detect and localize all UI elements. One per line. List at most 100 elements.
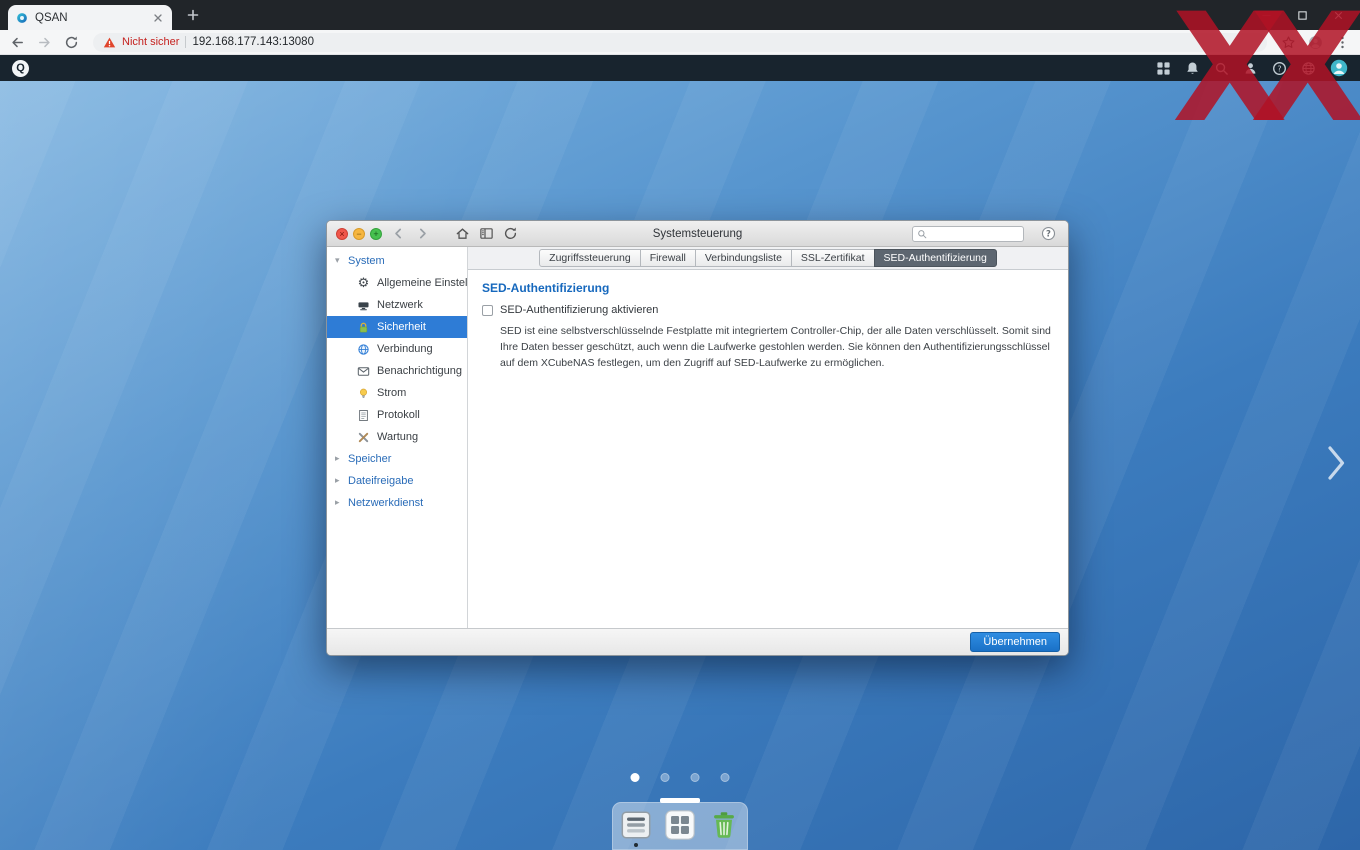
dock-recycle-bin-icon[interactable] [707,808,741,848]
address-divider [185,36,187,48]
new-tab-button[interactable] [186,8,200,22]
sidebar-section-label: System [348,255,385,267]
window-statusbar: Übernehmen [327,628,1068,655]
chevron-down-icon: ▾ [335,256,340,266]
browser-toolbar: Nicht sicher 192.168.177.143:13080 [0,30,1360,55]
sidebar-item-strom[interactable]: Strom [327,382,467,404]
search-icon[interactable] [1214,61,1229,76]
window-sidebar: ▾ System ⚙ Allgemeine Einstellun... Netzwerk… [327,247,468,628]
sidebar-item-protokoll[interactable]: Protokoll [327,404,467,426]
sidebar-item-label: Benachrichtigung [377,365,463,377]
sed-description: SED ist eine selbstverschlüsselnde Festp… [500,325,1051,369]
sed-enable-row: SED-Authentifizierung aktivieren [482,304,1054,316]
user-icon[interactable] [1243,61,1258,76]
back-icon[interactable] [10,35,25,50]
pager-dot-1[interactable] [630,773,640,782]
next-page-chevron-icon[interactable] [1326,445,1346,481]
log-icon [357,409,370,422]
qsan-favicon-icon [16,12,28,24]
sidebar-item-label: Wartung [377,431,419,443]
dock-app-center-icon[interactable] [663,808,697,848]
tab-ssl-zertifikat[interactable]: SSL-Zertifikat [790,249,875,267]
sidebar-item-wartung[interactable]: Wartung [327,426,467,448]
dock [612,798,748,850]
sidebar-item-label: Strom [377,387,407,399]
qsan-logo[interactable]: Q [12,59,29,77]
help-icon[interactable]: ? [1272,61,1287,76]
star-icon[interactable] [1281,35,1296,50]
not-secure-warning-icon[interactable] [103,36,116,49]
sidebar-section-system[interactable]: ▾ System [327,250,467,272]
sidebar-item-sicherheit[interactable]: Sicherheit [327,316,467,338]
address-bar[interactable]: Nicht sicher 192.168.177.143:13080 [93,32,1267,52]
desktop-pager-dots [630,773,730,782]
window-search[interactable] [912,226,1024,242]
maximize-button[interactable] [1284,0,1320,30]
help-button[interactable]: ? [1041,226,1056,241]
qsan-logo-letter: Q [16,62,25,74]
sidebar-item-verbindung[interactable]: Verbindung [327,338,467,360]
systemsteuerung-window: × − + Systemsteuerung ? ▾ System ⚙ Allgemeine… [326,220,1069,656]
pager-dot-3[interactable] [690,773,700,782]
window-traffic-lights: × − + [336,227,382,240]
apply-button[interactable]: Übernehmen [970,632,1060,652]
tab-zugriffssteuerung[interactable]: Zugriffssteuerung [539,249,641,267]
sidebar-item-allgemeine-einstellun[interactable]: ⚙ Allgemeine Einstellun... [327,272,467,294]
sidebar-section-label: Speicher [348,453,392,465]
url-text: 192.168.177.143:13080 [192,36,314,48]
menu-icon[interactable] [1335,35,1350,50]
profile-icon[interactable] [1308,35,1323,50]
sidebar-section-dateifreigabe[interactable]: ▸ Dateifreigabe [327,470,467,492]
dock-handle[interactable] [660,798,700,803]
dock-control-panel-icon[interactable] [619,808,653,848]
minimize-button[interactable] [1248,0,1284,30]
settings-tabs: Zugriffssteuerung Firewall Verbindungslist… [539,249,997,267]
search-icon [917,229,927,239]
traffic-close-button[interactable]: × [336,227,348,240]
tab-close-icon[interactable] [152,12,164,24]
language-icon[interactable] [1301,61,1316,76]
sed-enable-checkbox[interactable] [482,304,493,316]
window-search-input[interactable] [931,228,1019,240]
sed-enable-label: SED-Authentifizierung aktivieren [500,304,659,316]
window-titlebar: × − + Systemsteuerung ? [327,221,1068,247]
nas-desktop: × − + Systemsteuerung ? ▾ System ⚙ Allgemeine… [0,81,1360,850]
account-icon[interactable] [1330,59,1348,77]
browser-tab-title: QSAN [35,11,68,24]
sidebar-item-benachrichtigung[interactable]: Benachrichtigung [327,360,467,382]
sidebar-toggle-icon[interactable] [479,226,494,241]
dock-items [612,802,748,848]
pager-dot-2[interactable] [660,773,670,782]
window-refresh-icon[interactable] [503,226,518,241]
reload-icon[interactable] [64,35,79,50]
not-secure-label: Nicht sicher [122,36,180,48]
tab-sed-authentifizierung[interactable]: SED-Authentifizierung [873,249,997,267]
home-icon[interactable] [455,226,470,241]
window-forward-icon[interactable] [415,226,430,241]
traffic-minimize-button[interactable]: − [353,227,365,240]
forward-icon[interactable] [37,35,52,50]
window-back-icon[interactable] [391,226,406,241]
sidebar-item-label: Allgemeine Einstellun... [377,277,468,289]
sidebar-tree: ▾ System ⚙ Allgemeine Einstellun... Netzwerk… [327,250,467,514]
tab-verbindungsliste[interactable]: Verbindungsliste [694,249,792,267]
tab-firewall[interactable]: Firewall [639,249,696,267]
window-body: ▾ System ⚙ Allgemeine Einstellun... Netzwerk… [327,247,1068,628]
apps-icon[interactable] [1156,61,1171,76]
notification-icon [357,365,370,378]
sidebar-section-label: Dateifreigabe [348,475,414,487]
browser-tab[interactable]: QSAN [8,5,172,30]
power-icon [357,387,370,400]
notifications-icon[interactable] [1185,61,1200,76]
sidebar-section-netzwerkdienst[interactable]: ▸ Netzwerkdienst [327,492,467,514]
close-button[interactable] [1320,0,1356,30]
sidebar-section-speicher[interactable]: ▸ Speicher [327,448,467,470]
maintenance-icon [357,431,370,444]
sidebar-item-label: Protokoll [377,409,420,421]
pager-dot-4[interactable] [720,773,730,782]
chrome-toolbar-actions [1281,35,1350,50]
chevron-right-icon: ▸ [335,498,340,508]
settings-tabbar: Zugriffssteuerung Firewall Verbindungslist… [468,247,1068,270]
traffic-zoom-button[interactable]: + [370,227,382,240]
sidebar-item-netzwerk[interactable]: Netzwerk [327,294,467,316]
